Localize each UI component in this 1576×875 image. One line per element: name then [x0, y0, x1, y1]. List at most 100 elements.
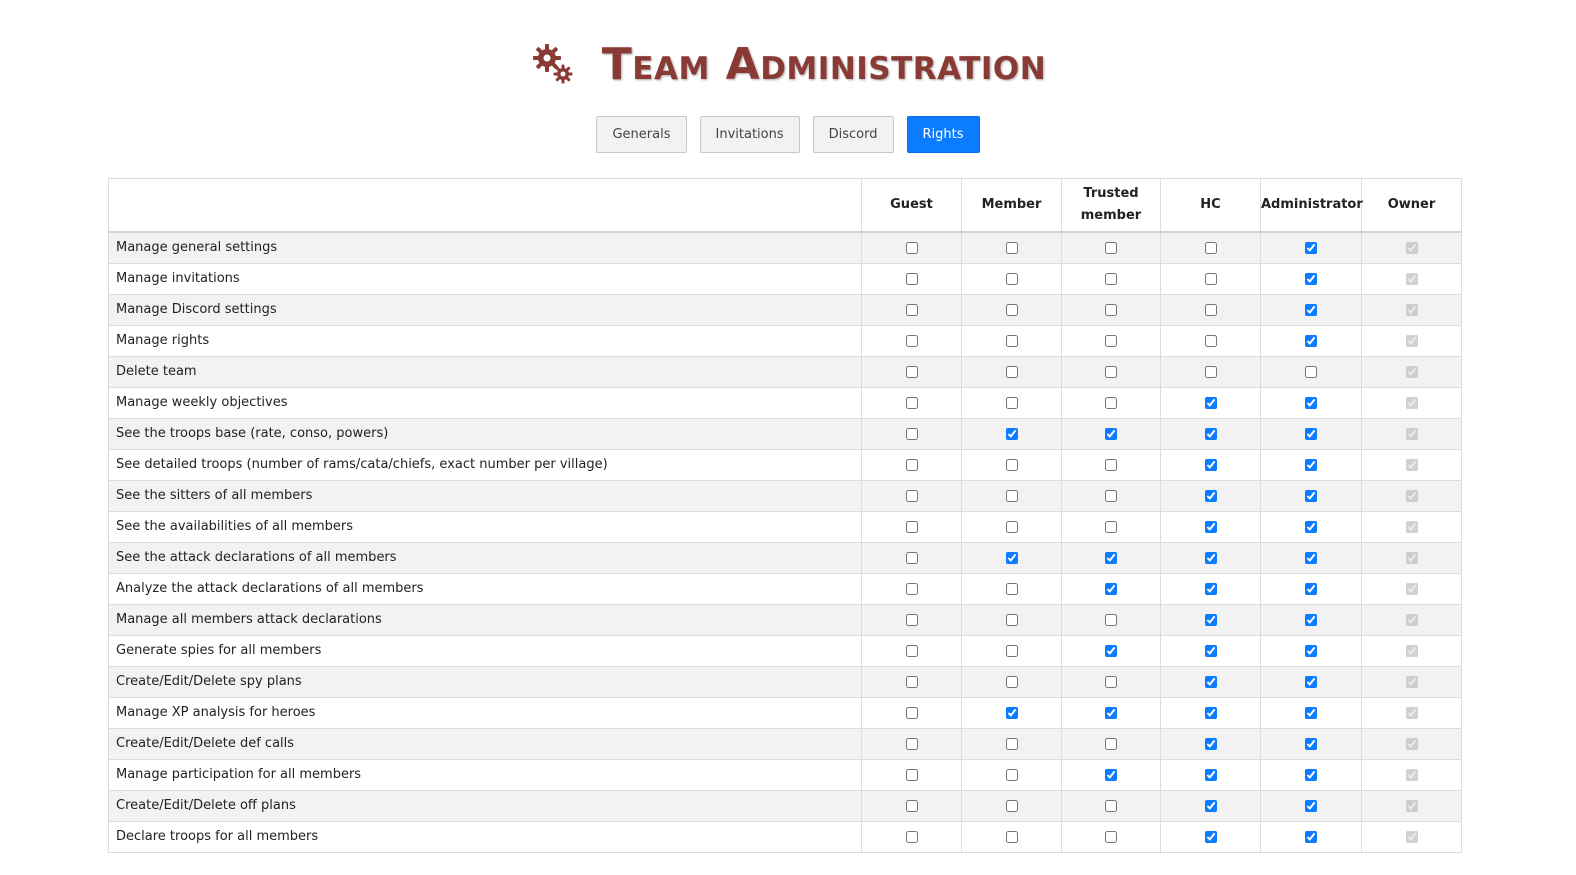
- guest-checkbox[interactable]: [905, 830, 918, 843]
- trusted-member-checkbox[interactable]: [1105, 737, 1117, 750]
- guest-checkbox[interactable]: [905, 241, 918, 254]
- administrator-checkbox[interactable]: [1305, 303, 1317, 316]
- guest-checkbox[interactable]: [905, 551, 918, 564]
- administrator-checkbox[interactable]: [1305, 427, 1317, 440]
- hc-checkbox[interactable]: [1204, 551, 1217, 564]
- guest-checkbox[interactable]: [905, 768, 918, 781]
- administrator-checkbox[interactable]: [1305, 520, 1317, 533]
- trusted-member-checkbox[interactable]: [1105, 675, 1117, 688]
- trusted-member-checkbox[interactable]: [1105, 582, 1117, 595]
- guest-checkbox[interactable]: [905, 272, 918, 285]
- member-checkbox[interactable]: [1005, 830, 1018, 843]
- trusted-member-checkbox[interactable]: [1105, 830, 1117, 843]
- trusted-member-checkbox[interactable]: [1105, 520, 1117, 533]
- hc-checkbox[interactable]: [1204, 396, 1217, 409]
- member-checkbox[interactable]: [1005, 737, 1018, 750]
- member-checkbox[interactable]: [1005, 365, 1018, 378]
- administrator-checkbox[interactable]: [1305, 365, 1317, 378]
- administrator-checkbox[interactable]: [1305, 458, 1317, 471]
- member-checkbox[interactable]: [1005, 241, 1018, 254]
- trusted-member-checkbox[interactable]: [1105, 303, 1117, 316]
- guest-checkbox[interactable]: [905, 303, 918, 316]
- hc-checkbox[interactable]: [1204, 427, 1217, 440]
- member-checkbox[interactable]: [1005, 644, 1018, 657]
- member-checkbox[interactable]: [1005, 520, 1018, 533]
- guest-checkbox[interactable]: [905, 396, 918, 409]
- member-checkbox[interactable]: [1005, 799, 1018, 812]
- hc-checkbox[interactable]: [1204, 706, 1217, 719]
- administrator-checkbox[interactable]: [1305, 644, 1317, 657]
- hc-checkbox[interactable]: [1204, 768, 1217, 781]
- trusted-member-checkbox[interactable]: [1105, 768, 1117, 781]
- trusted-member-checkbox[interactable]: [1105, 613, 1117, 626]
- administrator-checkbox[interactable]: [1305, 706, 1317, 719]
- trusted-member-checkbox[interactable]: [1105, 551, 1117, 564]
- guest-checkbox[interactable]: [905, 458, 918, 471]
- member-checkbox[interactable]: [1005, 334, 1018, 347]
- guest-checkbox[interactable]: [905, 427, 918, 440]
- hc-checkbox[interactable]: [1204, 799, 1217, 812]
- administrator-checkbox[interactable]: [1305, 334, 1317, 347]
- trusted-member-checkbox[interactable]: [1105, 272, 1117, 285]
- administrator-checkbox[interactable]: [1305, 272, 1317, 285]
- trusted-member-checkbox[interactable]: [1105, 365, 1117, 378]
- hc-checkbox[interactable]: [1204, 365, 1217, 378]
- guest-checkbox[interactable]: [905, 675, 918, 688]
- member-checkbox[interactable]: [1005, 303, 1018, 316]
- hc-checkbox[interactable]: [1204, 241, 1217, 254]
- guest-checkbox[interactable]: [905, 520, 918, 533]
- trusted-member-checkbox[interactable]: [1105, 489, 1117, 502]
- guest-checkbox[interactable]: [905, 737, 918, 750]
- administrator-checkbox[interactable]: [1305, 241, 1317, 254]
- tab-rights[interactable]: Rights: [906, 116, 980, 153]
- hc-checkbox[interactable]: [1204, 644, 1217, 657]
- member-checkbox[interactable]: [1005, 427, 1018, 440]
- administrator-checkbox[interactable]: [1305, 396, 1317, 409]
- administrator-checkbox[interactable]: [1305, 489, 1317, 502]
- guest-checkbox[interactable]: [905, 489, 918, 502]
- trusted-member-checkbox[interactable]: [1105, 241, 1117, 254]
- tab-discord[interactable]: Discord: [812, 116, 894, 153]
- hc-checkbox[interactable]: [1204, 303, 1217, 316]
- guest-checkbox[interactable]: [905, 706, 918, 719]
- hc-checkbox[interactable]: [1204, 737, 1217, 750]
- member-checkbox[interactable]: [1005, 489, 1018, 502]
- administrator-checkbox[interactable]: [1305, 768, 1317, 781]
- member-checkbox[interactable]: [1005, 675, 1018, 688]
- hc-checkbox[interactable]: [1204, 830, 1217, 843]
- guest-checkbox[interactable]: [905, 334, 918, 347]
- hc-checkbox[interactable]: [1204, 489, 1217, 502]
- tab-invitations[interactable]: Invitations: [699, 116, 800, 153]
- trusted-member-checkbox[interactable]: [1105, 334, 1117, 347]
- hc-checkbox[interactable]: [1204, 520, 1217, 533]
- trusted-member-checkbox[interactable]: [1105, 396, 1117, 409]
- trusted-member-checkbox[interactable]: [1105, 799, 1117, 812]
- guest-checkbox[interactable]: [905, 582, 918, 595]
- administrator-checkbox[interactable]: [1305, 582, 1317, 595]
- administrator-checkbox[interactable]: [1305, 799, 1317, 812]
- hc-checkbox[interactable]: [1204, 458, 1217, 471]
- hc-checkbox[interactable]: [1204, 582, 1217, 595]
- hc-checkbox[interactable]: [1204, 334, 1217, 347]
- hc-checkbox[interactable]: [1204, 613, 1217, 626]
- administrator-checkbox[interactable]: [1305, 551, 1317, 564]
- member-checkbox[interactable]: [1005, 551, 1018, 564]
- guest-checkbox[interactable]: [905, 365, 918, 378]
- member-checkbox[interactable]: [1005, 272, 1018, 285]
- member-checkbox[interactable]: [1005, 768, 1018, 781]
- trusted-member-checkbox[interactable]: [1105, 644, 1117, 657]
- hc-checkbox[interactable]: [1204, 272, 1217, 285]
- guest-checkbox[interactable]: [905, 613, 918, 626]
- hc-checkbox[interactable]: [1204, 675, 1217, 688]
- tab-generals[interactable]: Generals: [596, 116, 687, 153]
- guest-checkbox[interactable]: [905, 799, 918, 812]
- administrator-checkbox[interactable]: [1305, 613, 1317, 626]
- member-checkbox[interactable]: [1005, 613, 1018, 626]
- administrator-checkbox[interactable]: [1305, 737, 1317, 750]
- member-checkbox[interactable]: [1005, 582, 1018, 595]
- member-checkbox[interactable]: [1005, 458, 1018, 471]
- member-checkbox[interactable]: [1005, 706, 1018, 719]
- administrator-checkbox[interactable]: [1305, 830, 1317, 843]
- guest-checkbox[interactable]: [905, 644, 918, 657]
- administrator-checkbox[interactable]: [1305, 675, 1317, 688]
